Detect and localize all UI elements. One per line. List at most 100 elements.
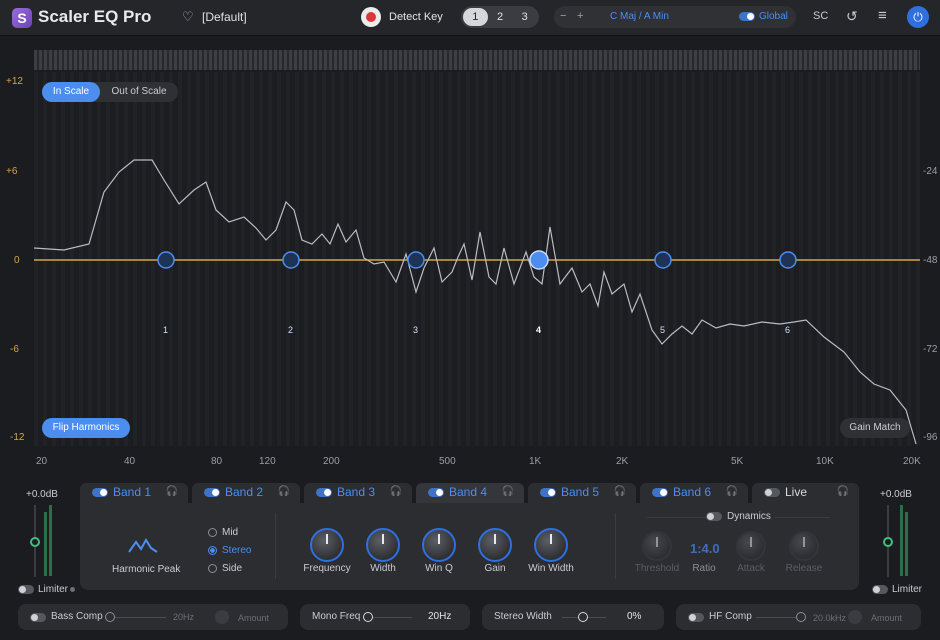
band-node-2-label: 2 [288,325,294,335]
bass-amount-knob[interactable] [215,610,229,624]
stereo-radio[interactable] [208,546,217,555]
mono-freq-panel: Mono Freq 20Hz [300,604,470,630]
power-icon[interactable]: ⏻ [907,6,929,28]
band-4-toggle[interactable] [428,488,444,497]
undo-icon[interactable]: ↺ [846,8,858,25]
key-name[interactable]: C Maj / A Min [610,11,669,22]
headphones-icon[interactable]: 🎧 [502,486,514,497]
y-label-right: -24 [923,166,938,177]
hf-freq-slider[interactable] [756,617,800,618]
mono-freq-handle[interactable] [363,612,373,622]
x-tick-label: 20 [36,456,48,467]
limiter-left-toggle[interactable] [18,585,34,594]
live-toggle[interactable] [764,488,780,497]
tab-band-1[interactable]: Band 1 🎧 [80,483,188,503]
detect-key-record-icon[interactable] [361,7,381,27]
tab-band-2[interactable]: Band 2 🎧 [192,483,300,503]
flip-harmonics-button[interactable]: Flip Harmonics [42,418,130,438]
band-5-toggle[interactable] [540,488,556,497]
win-q-knob[interactable] [422,528,456,562]
headphones-icon[interactable]: 🎧 [614,486,626,497]
headphones-icon[interactable]: 🎧 [278,486,290,497]
tab-label: Live [785,485,808,499]
headphones-icon[interactable]: 🎧 [837,486,849,497]
hf-amount-knob[interactable] [848,610,862,624]
band-node-5-label: 5 [660,325,666,335]
limiter-right-toggle[interactable] [872,585,888,594]
eq-graph[interactable]: 1 2 3 4 5 6 In Scale Out of Scale Flip H… [34,72,920,446]
piano-keyboard[interactable] [34,50,920,70]
headphones-icon[interactable]: 🎧 [390,486,402,497]
band-panel: Harmonic Peak Mid Stereo Side Frequency … [80,503,859,590]
tab-band-4[interactable]: Band 4 🎧 [416,483,524,503]
tab-band-5[interactable]: Band 5 🎧 [528,483,636,503]
output-gain-value[interactable]: +0.0dB [880,489,912,500]
bass-freq-slider[interactable] [110,617,166,618]
slot-3-button[interactable]: 3 [512,8,537,26]
top-bar: S Scaler EQ Pro ♡ [Default] Detect Key 1… [0,0,940,36]
width-knob[interactable] [366,528,400,562]
band-node-3-label: 3 [413,325,419,335]
headphones-icon[interactable]: 🎧 [726,486,738,497]
band-node-2 [282,251,300,269]
band-1-toggle[interactable] [92,488,108,497]
tab-band-3[interactable]: Band 3 🎧 [304,483,412,503]
threshold-knob[interactable] [642,531,672,561]
y-label-left: +6 [6,166,18,177]
bass-comp-label: Bass Comp [51,611,103,622]
mono-freq-slider[interactable] [368,617,412,618]
key-plus-button[interactable]: + [577,10,583,22]
preset-name[interactable]: [Default] [202,10,247,24]
tab-label: Band 3 [337,485,376,499]
band-2-toggle[interactable] [204,488,220,497]
bass-comp-toggle[interactable] [30,613,46,622]
stereo-width-handle[interactable] [578,612,588,622]
band-node-1 [157,251,175,269]
headphones-icon[interactable]: 🎧 [166,486,178,497]
key-minus-button[interactable]: − [560,10,566,22]
release-knob[interactable] [789,531,819,561]
y-label-right: -96 [923,432,938,443]
menu-icon[interactable]: ≡ [878,7,887,24]
dynamics-toggle[interactable] [706,512,722,521]
tab-band-6[interactable]: Band 6 🎧 [640,483,748,503]
y-label-left: -12 [10,432,25,443]
gain-match-button[interactable]: Gain Match [840,418,910,438]
x-tick-label: 20K [903,456,921,467]
sidechain-button[interactable]: SC [813,10,828,22]
band-6-toggle[interactable] [652,488,668,497]
favorite-heart-icon[interactable]: ♡ [182,9,194,25]
slot-1-button[interactable]: 1 [463,8,488,26]
hf-freq-handle[interactable] [796,612,806,622]
side-label: Side [222,563,243,574]
y-label-right: -72 [923,344,938,355]
mid-label: Mid [222,527,239,538]
out-of-scale-button[interactable]: Out of Scale [104,82,174,102]
hf-freq-value: 20.0kHz [813,613,847,623]
limiter-left-label: Limiter [38,584,69,595]
release-label: Release [785,563,823,574]
slot-2-button[interactable]: 2 [488,8,513,26]
input-gain-value[interactable]: +0.0dB [26,489,58,500]
attack-knob[interactable] [736,531,766,561]
output-gain-handle[interactable] [883,537,893,547]
frequency-knob[interactable] [310,528,344,562]
gain-knob[interactable] [478,528,512,562]
tab-live[interactable]: Live 🎧 [752,483,859,503]
mid-radio[interactable] [208,528,217,537]
band-3-toggle[interactable] [316,488,332,497]
harmonic-peak-shape-icon[interactable] [128,537,158,555]
band-node-5 [654,251,672,269]
ratio-value[interactable]: 1:4.0 [690,541,720,556]
input-gain-handle[interactable] [30,537,40,547]
x-tick-label: 10K [816,456,834,467]
win-width-knob[interactable] [534,528,568,562]
band-node-4-label: 4 [536,325,542,335]
global-toggle[interactable] [739,12,755,21]
detect-key-button[interactable]: Detect Key [389,11,443,23]
side-radio[interactable] [208,564,217,573]
output-meter-right [905,512,908,576]
hf-comp-toggle[interactable] [688,613,704,622]
in-scale-button[interactable]: In Scale [42,82,100,102]
bass-freq-handle[interactable] [105,612,115,622]
